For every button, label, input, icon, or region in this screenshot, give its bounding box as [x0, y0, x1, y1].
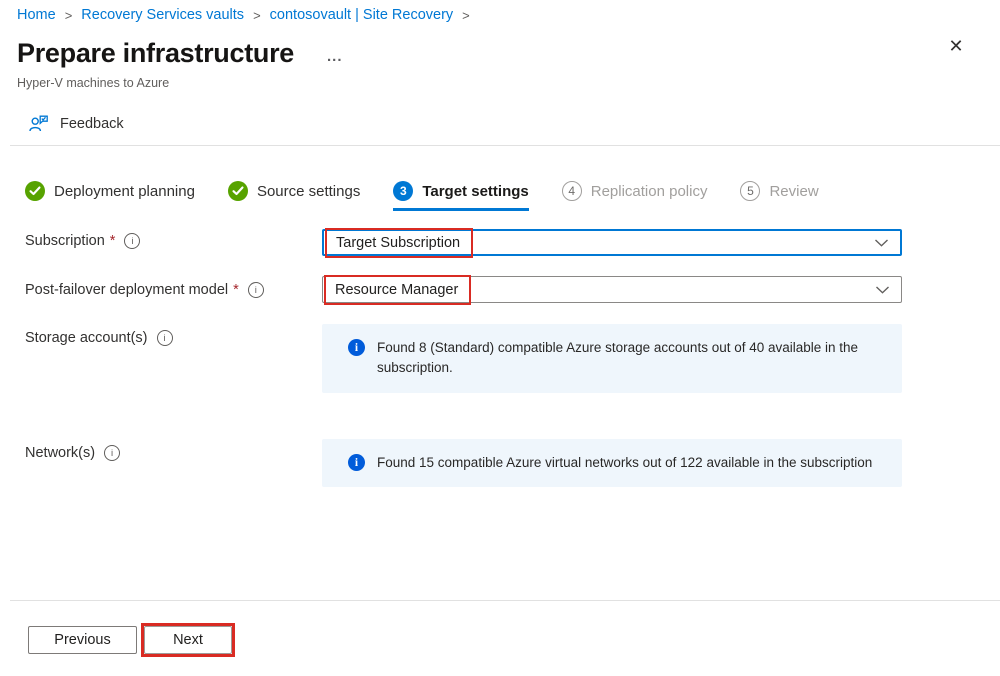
step-source-settings[interactable]: Source settings	[228, 181, 360, 211]
breadcrumb-separator: >	[253, 8, 261, 23]
step-label: Target settings	[422, 183, 528, 200]
header-divider	[10, 145, 1000, 146]
step-label: Deployment planning	[54, 183, 195, 200]
step-label: Replication policy	[591, 183, 708, 200]
step-number-badge: 3	[393, 181, 413, 201]
prepare-infrastructure-page: Home > Recovery Services vaults > contos…	[0, 0, 1000, 676]
info-icon: i	[348, 339, 365, 356]
breadcrumb-contosovault-link[interactable]: contosovault | Site Recovery	[270, 7, 454, 23]
chevron-down-icon	[875, 285, 890, 294]
close-icon[interactable]: ✕	[943, 33, 969, 59]
post-failover-model-dropdown[interactable]: Resource Manager	[322, 276, 902, 303]
previous-button[interactable]: Previous	[28, 626, 137, 654]
storage-accounts-infobox: i Found 8 (Standard) compatible Azure st…	[322, 324, 902, 393]
info-tooltip-icon[interactable]: i	[248, 282, 264, 298]
footer-divider	[10, 600, 1000, 601]
field-label-text: Storage account(s)	[25, 330, 148, 346]
annotation-red-box: Target Subscription	[325, 228, 473, 258]
step-label: Review	[769, 183, 818, 200]
networks-label: Network(s) i	[25, 445, 120, 461]
info-tooltip-icon[interactable]: i	[104, 445, 120, 461]
post-failover-model-label: Post-failover deployment model * i	[25, 282, 264, 298]
step-number-badge: 5	[740, 181, 760, 201]
more-options-icon[interactable]: ...	[327, 48, 343, 65]
feedback-label: Feedback	[60, 116, 124, 132]
required-marker: *	[233, 282, 239, 298]
info-tooltip-icon[interactable]: i	[157, 330, 173, 346]
annotation-red-box: Resource Manager	[324, 275, 471, 305]
breadcrumb-home-link[interactable]: Home	[17, 7, 56, 23]
next-button[interactable]: Next	[144, 626, 232, 654]
step-review[interactable]: 5 Review	[740, 181, 818, 211]
breadcrumb-recovery-vaults-link[interactable]: Recovery Services vaults	[81, 7, 244, 23]
subscription-dropdown[interactable]: Target Subscription	[322, 229, 902, 256]
annotation-red-box: Next	[141, 623, 235, 657]
storage-accounts-label: Storage account(s) i	[25, 330, 173, 346]
networks-info-text: Found 15 compatible Azure virtual networ…	[377, 453, 872, 473]
storage-accounts-info-text: Found 8 (Standard) compatible Azure stor…	[377, 338, 878, 379]
step-replication-policy[interactable]: 4 Replication policy	[562, 181, 708, 211]
step-deployment-planning[interactable]: Deployment planning	[25, 181, 195, 211]
page-subtitle: Hyper-V machines to Azure	[17, 76, 169, 90]
step-number-badge: 4	[562, 181, 582, 201]
feedback-icon	[28, 113, 49, 134]
step-complete-check-icon	[228, 181, 248, 201]
field-label-text: Post-failover deployment model	[25, 282, 228, 298]
chevron-down-icon	[874, 238, 889, 247]
step-target-settings[interactable]: 3 Target settings	[393, 181, 528, 211]
breadcrumb-separator: >	[462, 8, 470, 23]
field-label-text: Subscription	[25, 233, 105, 249]
subscription-value: Target Subscription	[336, 235, 460, 251]
info-tooltip-icon[interactable]: i	[124, 233, 140, 249]
post-failover-model-value: Resource Manager	[335, 282, 458, 298]
wizard-steps: Deployment planning Source settings 3 Ta…	[25, 181, 852, 211]
step-complete-check-icon	[25, 181, 45, 201]
field-label-text: Network(s)	[25, 445, 95, 461]
step-label: Source settings	[257, 183, 360, 200]
subscription-label: Subscription * i	[25, 233, 140, 249]
networks-infobox: i Found 15 compatible Azure virtual netw…	[322, 439, 902, 487]
info-icon: i	[348, 454, 365, 471]
page-title: Prepare infrastructure	[17, 38, 294, 69]
required-marker: *	[110, 233, 116, 249]
breadcrumb: Home > Recovery Services vaults > contos…	[17, 7, 470, 23]
feedback-button[interactable]: Feedback	[28, 113, 124, 134]
breadcrumb-separator: >	[65, 8, 73, 23]
